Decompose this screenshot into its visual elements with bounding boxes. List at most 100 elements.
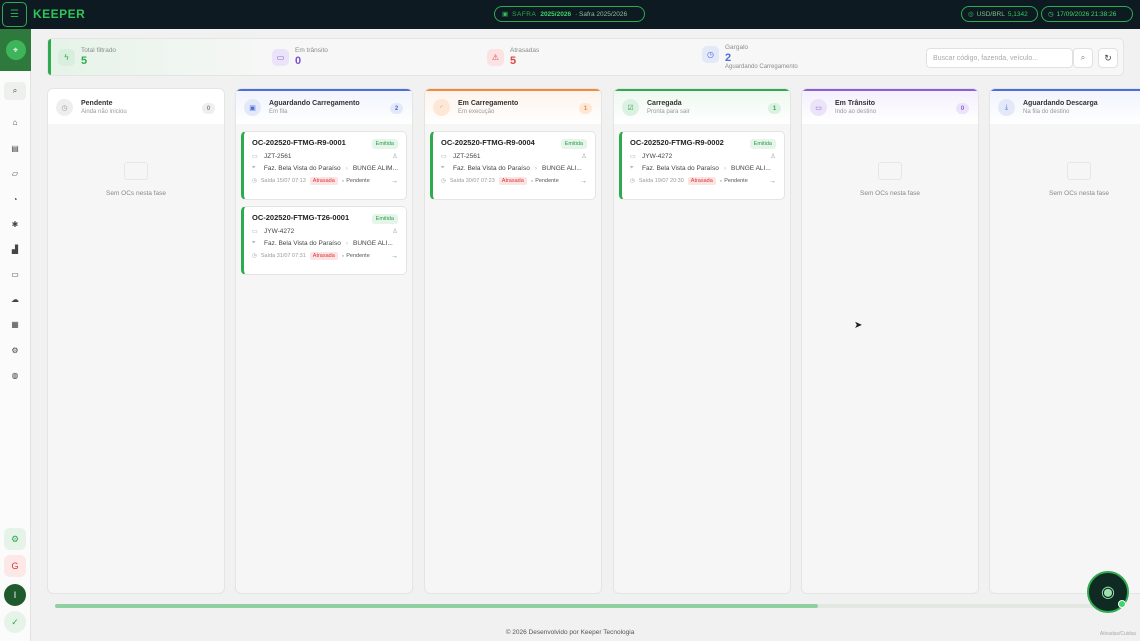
- inbox-icon: [1067, 162, 1091, 180]
- mouse-cursor-icon: ➤: [854, 320, 863, 331]
- arrow-right-icon[interactable]: →: [391, 178, 398, 185]
- status-badge: Emitida: [371, 139, 398, 149]
- column-aguardando-carregamento: ▣ Aguardando Carregamento Em fila 2 OC-20…: [235, 88, 413, 594]
- sidebar-header[interactable]: ⌖: [0, 29, 31, 71]
- arrow-right-icon[interactable]: →: [580, 178, 587, 185]
- departure-time: Saída 30/07 07:23: [449, 178, 495, 184]
- avatar[interactable]: I: [4, 584, 26, 606]
- vehicle-plate: JZT-2561: [264, 152, 292, 160]
- pending-status: Pendente: [720, 178, 748, 184]
- robot-icon: ◉: [1101, 584, 1115, 601]
- home-icon[interactable]: ⌂: [4, 113, 26, 131]
- arrow-right-icon: ›: [723, 165, 727, 172]
- column-count: 2: [390, 103, 403, 114]
- column-count: 1: [579, 103, 592, 114]
- clock-icon: ◷: [56, 99, 73, 116]
- avatar-letter: I: [13, 590, 17, 600]
- departure-time: Saída 19/07 20:30: [638, 178, 684, 184]
- safra-label: SAFRA: [512, 10, 537, 18]
- column-header: ◷ Pendente Ainda não iniciou 0: [48, 89, 224, 124]
- datetime-display: ◷ 17/09/2026 21:38:26: [1041, 6, 1133, 22]
- empty-state: Sem OCs nesta fase: [990, 162, 1140, 197]
- warning-icon: ⚠: [487, 49, 504, 66]
- gear-icon[interactable]: ⚙: [4, 528, 26, 550]
- column-count: 0: [956, 103, 969, 114]
- assistant-bot-button[interactable]: ◉: [1087, 571, 1129, 613]
- folder-icon[interactable]: ▱: [4, 164, 26, 182]
- google-icon[interactable]: G: [4, 555, 26, 577]
- kpi-late: ⚠ Atrasadas 5: [487, 47, 539, 67]
- clock-icon: ◷: [252, 253, 257, 259]
- column-header: ☑ Carregada Pronta para sair 1: [614, 89, 790, 124]
- user-icon: ♙: [581, 153, 587, 160]
- arrow-right-icon[interactable]: →: [391, 253, 398, 260]
- kpi-bottleneck: ◷ Gargalo 2 Aguardando Carregamento: [702, 44, 798, 70]
- clock-icon: ◷: [630, 178, 635, 184]
- checkbox-icon: ☑: [622, 99, 639, 116]
- clock-icon: ◷: [252, 178, 257, 184]
- usd-value: 5,1342: [1007, 10, 1028, 18]
- safra-selector[interactable]: ▣ SAFRA 2025/2026 · Safra 2025/2026: [494, 6, 645, 22]
- status-badge: Emitida: [560, 139, 587, 149]
- column-header: ⤓ Aguardando Descarga Na fila do destino: [990, 89, 1140, 124]
- order-card[interactable]: OC-202520-FTMG-R9-0004 Emitida ▭ JZT-2561…: [430, 131, 596, 200]
- order-card[interactable]: OC-202520-FTMG-T26-0001 Emitida ▭ JYW-427…: [241, 206, 407, 275]
- history-icon[interactable]: ◔: [4, 190, 26, 208]
- truck-icon[interactable]: ▭: [4, 265, 26, 283]
- footer-text: © 2026 Desenvolvido por Keeper Tecnologi…: [505, 629, 635, 636]
- usd-rate: ◎ USD/BRL 5,1342: [961, 6, 1038, 22]
- column-carregada: ☑ Carregada Pronta para sair 1 OC-202520-…: [613, 88, 791, 594]
- departure-time: Saída 31/07 07:31: [260, 253, 306, 259]
- clock-icon: ◷: [1048, 11, 1054, 18]
- empty-state: Sem OCs nesta fase: [48, 162, 224, 197]
- scrollbar-thumb[interactable]: [55, 604, 818, 608]
- location-pin-icon: ⌖: [441, 165, 445, 171]
- top-bar: ☰ KEEPER ▣ SAFRA 2025/2026 · Safra 2025/…: [0, 0, 1140, 29]
- menu-icon[interactable]: ☰: [2, 2, 27, 27]
- clock-icon: ◷: [702, 46, 719, 63]
- truck-icon: ▭: [252, 228, 258, 235]
- search-input[interactable]: Buscar código, fazenda, veículo...: [926, 48, 1073, 68]
- arrow-right-icon[interactable]: →: [769, 178, 776, 185]
- late-badge: Atrasada: [498, 177, 527, 185]
- calendar-icon[interactable]: ▤: [4, 139, 26, 157]
- sidebar-search-icon[interactable]: ⌕: [4, 82, 26, 100]
- search-icon[interactable]: ⌕: [1073, 48, 1093, 68]
- refresh-icon[interactable]: ↻: [1098, 48, 1118, 68]
- online-indicator: [1118, 600, 1126, 608]
- settings-icon[interactable]: ⚙: [4, 341, 26, 359]
- column-count: 0: [202, 103, 215, 114]
- late-badge: Atrasada: [687, 177, 716, 185]
- google-letter: G: [11, 561, 19, 571]
- globe-icon[interactable]: ◍: [4, 366, 26, 384]
- truck-icon: ▭: [272, 49, 289, 66]
- destination-name: BUNGE ALI...: [731, 165, 771, 172]
- late-badge: Atrasada: [309, 252, 338, 260]
- arrow-right-icon: ›: [345, 240, 349, 247]
- sidebar: ⌖ ⌕ ⌂ ▤ ▱ ◔ ✱ ▟ ▭ ☁ ▦ ⚙ ◍ ⚙ G I ✓: [0, 29, 31, 641]
- empty-state: Sem OCs nesta fase: [802, 162, 978, 197]
- order-card[interactable]: OC-202520-FTMG-R9-0001 Emitida ▭ JZT-2561…: [241, 131, 407, 200]
- factory-icon[interactable]: ▟: [4, 240, 26, 258]
- destination-name: BUNGE ALIM...: [352, 165, 398, 172]
- farm-name: Faz. Bela Vista do Paraíso: [263, 165, 341, 172]
- truck-icon: ▭: [630, 153, 636, 160]
- kpi-transit: ▭ Em trânsito 0: [272, 47, 328, 67]
- horizontal-scrollbar[interactable]: [55, 604, 1108, 608]
- column-count: 1: [768, 103, 781, 114]
- grid-icon[interactable]: ▦: [4, 315, 26, 333]
- status-badge: Emitida: [749, 139, 776, 149]
- farm-name: Faz. Bela Vista do Paraíso: [264, 240, 341, 247]
- inbox-icon: [124, 162, 148, 180]
- bug-icon[interactable]: ✱: [4, 215, 26, 233]
- truck-icon: ▭: [252, 153, 258, 160]
- order-card[interactable]: OC-202520-FTMG-R9-0002 Emitida ▭ JYW-4272…: [619, 131, 785, 200]
- cloud-icon[interactable]: ☁: [4, 290, 26, 308]
- farm-name: Faz. Bela Vista do Paraíso: [642, 165, 719, 172]
- kpi-total: ϟ Total filtrado 5: [58, 47, 116, 67]
- vehicle-plate: JYW-4272: [642, 152, 673, 160]
- user-icon: ♙: [392, 153, 398, 160]
- lightning-icon: ϟ: [58, 49, 75, 66]
- dollar-icon: ◎: [968, 11, 974, 18]
- user-icon: ♙: [392, 228, 398, 235]
